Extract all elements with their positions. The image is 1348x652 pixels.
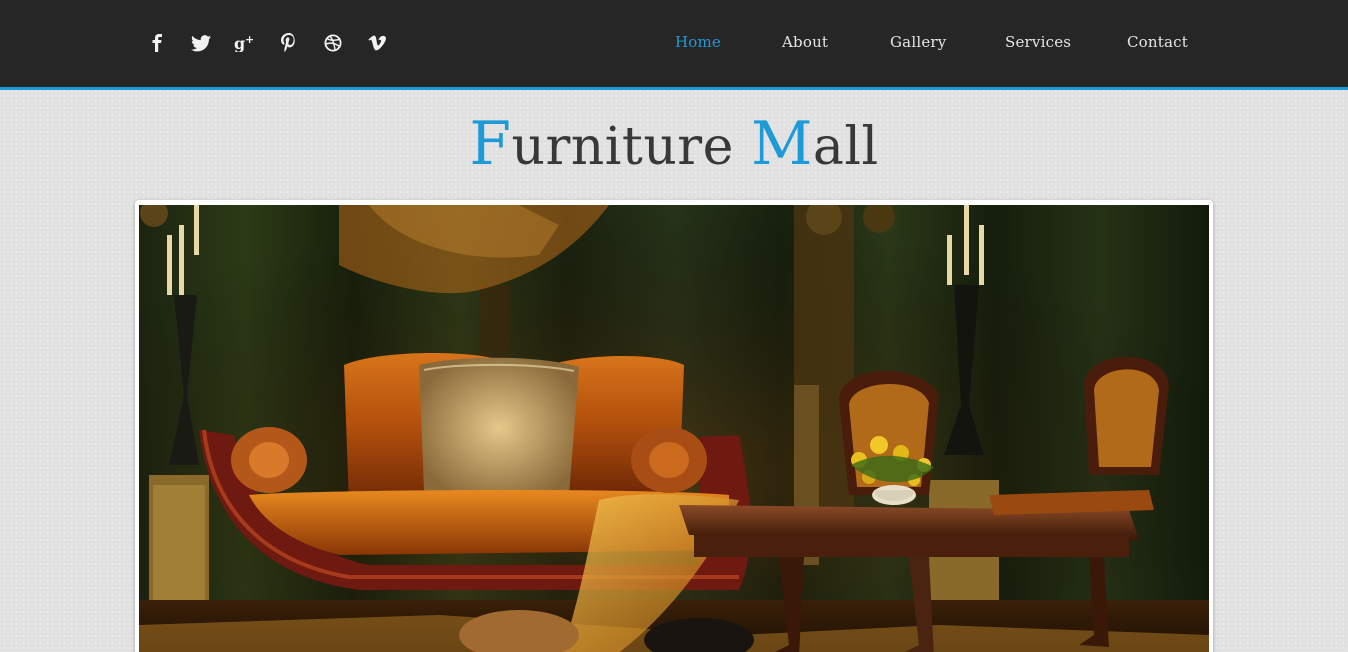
nav-home[interactable]: Home [675, 33, 721, 51]
hero-slider-frame [135, 200, 1213, 652]
hero-image[interactable] [139, 205, 1209, 652]
brand-word-2-rest: all [812, 117, 879, 177]
site-title[interactable]: Furniture Mall [0, 108, 1348, 183]
main-nav: Home About Gallery Services Contact [0, 33, 1348, 57]
brand-title-wrap: Furniture Mall [0, 108, 1348, 180]
brand-initial-f: F [469, 109, 512, 179]
nav-services[interactable]: Services [1005, 33, 1071, 51]
brand-word-1-rest: urniture [511, 117, 734, 177]
nav-contact[interactable]: Contact [1127, 33, 1188, 51]
nav-gallery[interactable]: Gallery [890, 33, 946, 51]
nav-about[interactable]: About [782, 33, 828, 51]
brand-initial-m: M [750, 109, 813, 179]
site-header: g + Home About Gallery Services Contact [0, 0, 1348, 90]
